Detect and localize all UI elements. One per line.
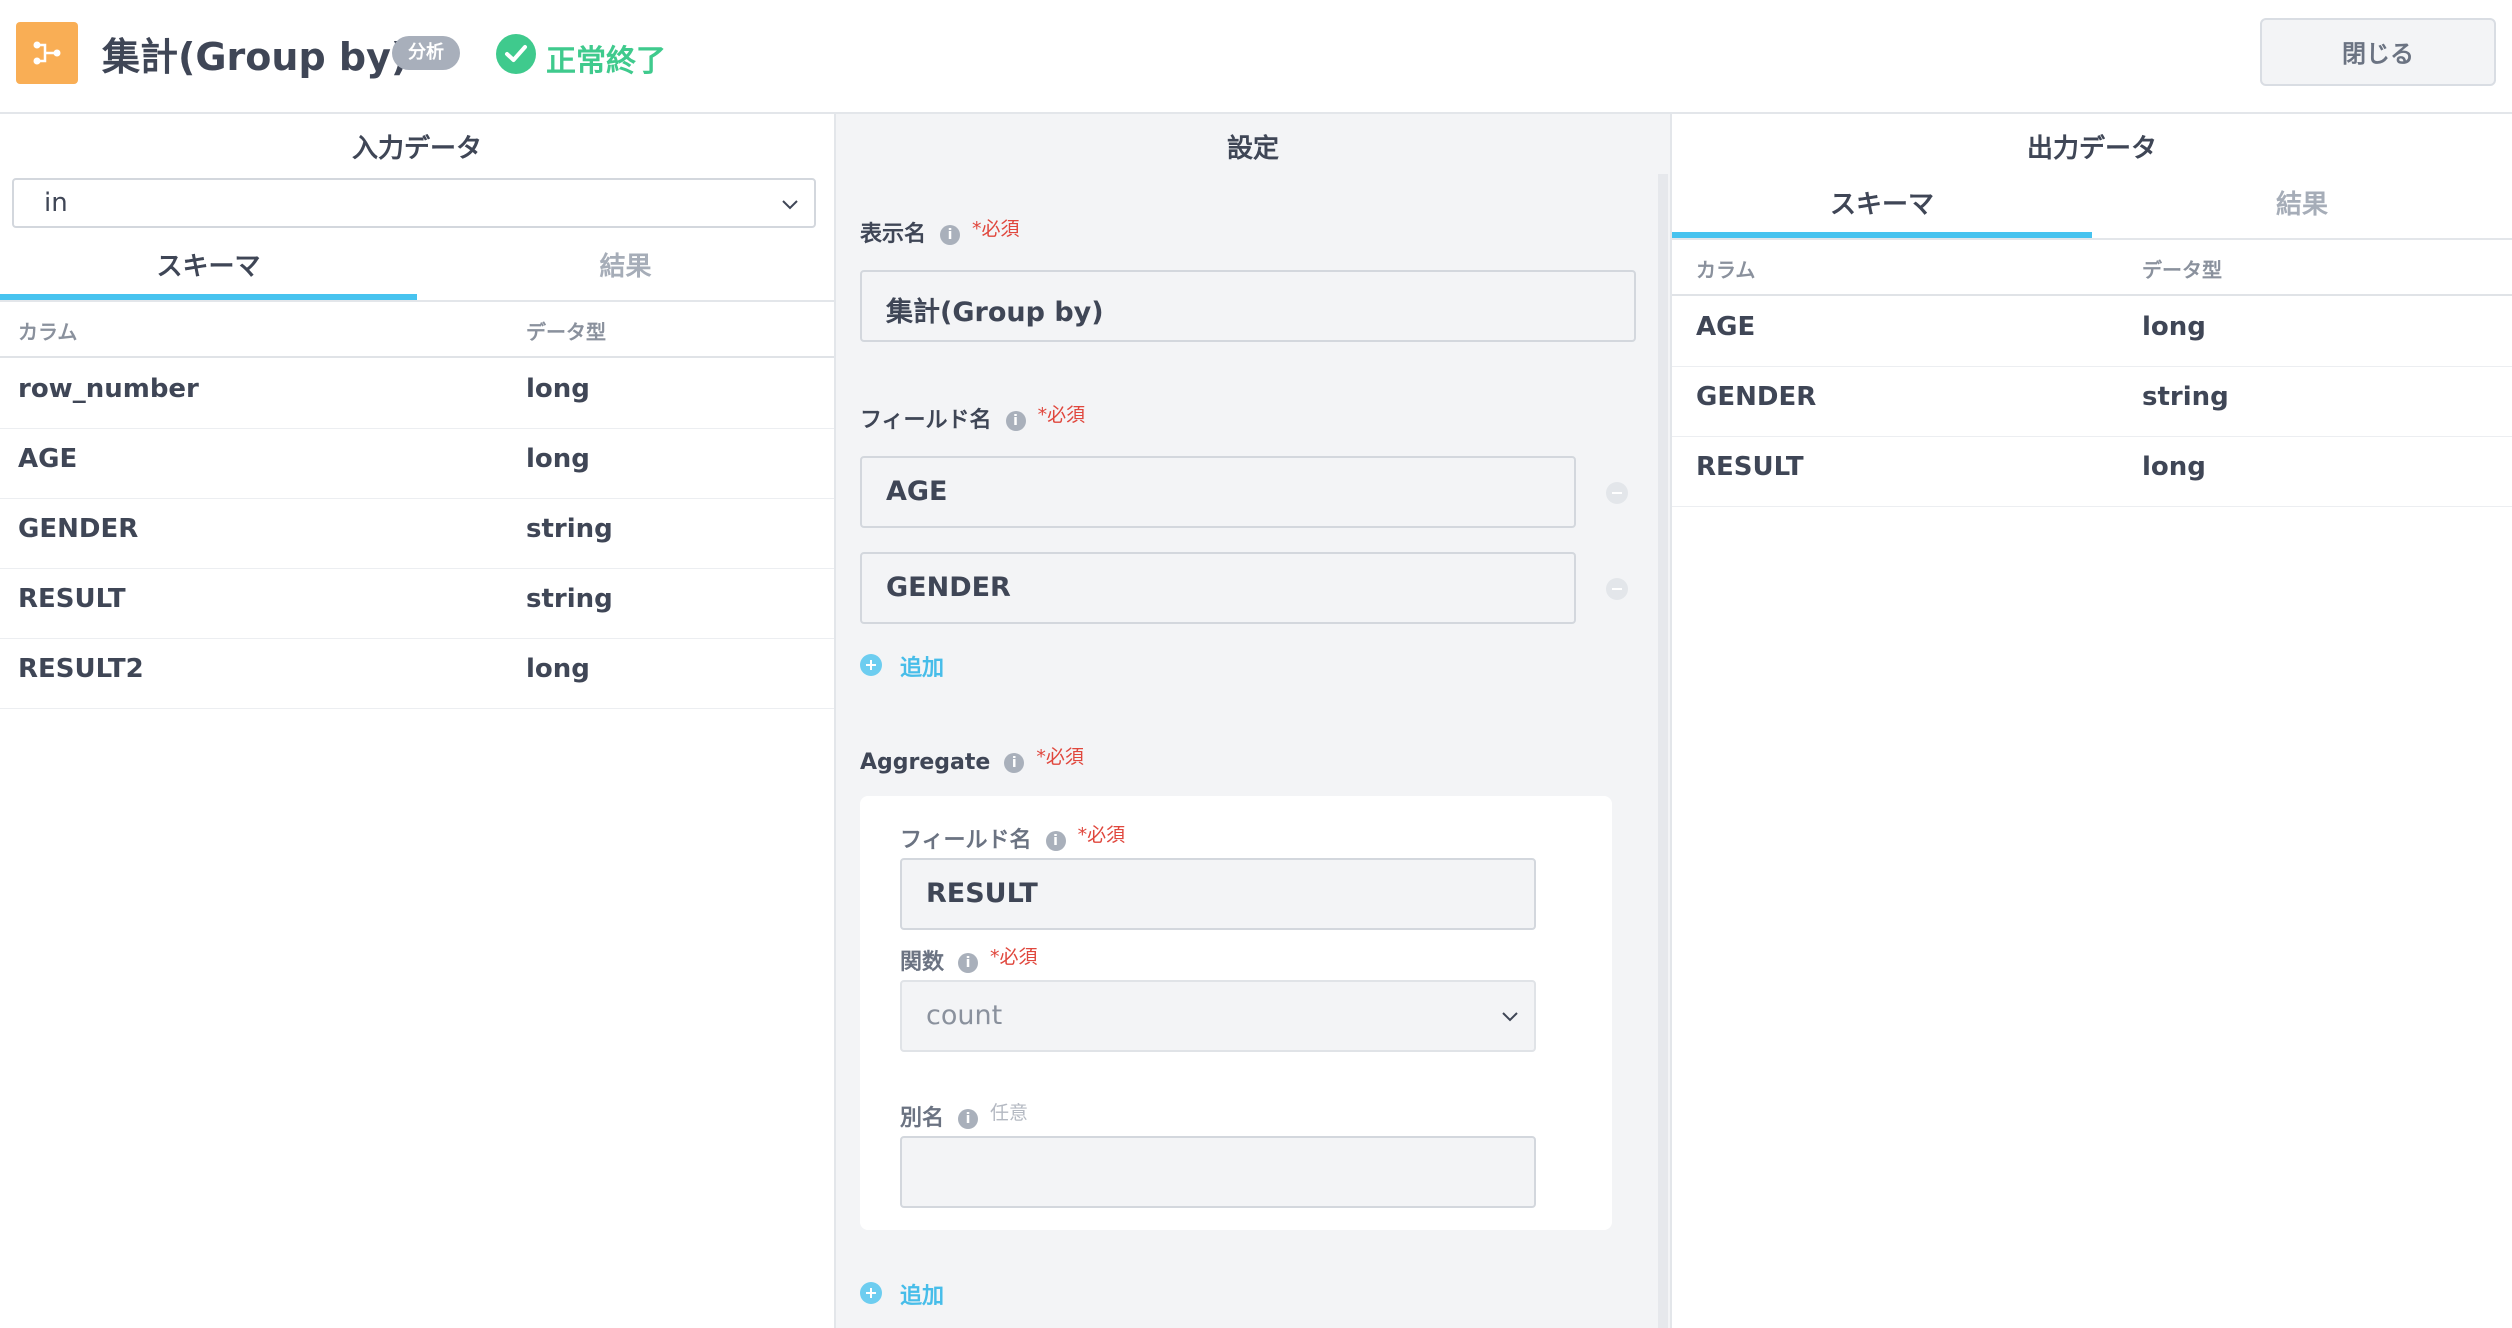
table-row: row_number long [0,358,834,429]
table-row: RESULT2 long [0,638,834,709]
input-data-panel: 入力データ in スキーマ 結果 カラム データ型 row_number lon… [0,114,836,1328]
row-type: string [2142,382,2229,412]
chevron-down-icon [1502,1012,1518,1022]
row-name: RESULT2 [18,654,144,684]
required-marker: *必須 [1036,746,1084,768]
aggregate-label: Aggregate i *必須 [860,742,1084,775]
header-bar: 集計(Group by) 分析 正常終了 閉じる [0,0,2512,114]
input-table-header: カラム データ型 [0,304,834,358]
column-header-name: カラム [18,320,78,344]
tab-schema[interactable]: スキーマ [1672,176,2092,238]
info-icon: i [1045,831,1066,851]
row-type: string [526,584,613,614]
add-field-label: 追加 [900,656,945,681]
alias-label: 別名 i 任意 [900,1098,1028,1132]
settings-panel-title: 設定 [1226,134,1279,164]
category-badge: 分析 [392,36,460,70]
add-aggregate-button[interactable]: 追加 [860,1278,980,1309]
display-name-label-text: 表示名 [860,222,927,247]
row-name: RESULT [18,584,126,614]
optional-marker: 任意 [990,1102,1029,1124]
table-row: GENDER string [0,498,834,569]
output-data-panel: 出力データ スキーマ 結果 カラム データ型 AGE long GENDER s… [1672,114,2512,1328]
add-field-button[interactable]: 追加 [860,650,980,681]
aggregate-field-value: RESULT [926,878,1038,909]
status-text: 正常終了 [546,44,666,79]
group-field-input[interactable]: AGE [860,456,1576,528]
column-header-type: データ型 [2142,258,2222,282]
output-tabs: スキーマ 結果 [1672,176,2512,240]
function-select[interactable]: count [900,980,1536,1052]
aggregate-field-label-text: フィールド名 [900,828,1032,853]
page-title: 集計(Group by) [102,35,409,79]
row-name: AGE [18,444,78,474]
aggregate-card: フィールド名 i *必須 RESULT 関数 i *必須 count 別名 i 任意 [860,796,1612,1230]
table-row: RESULT string [0,568,834,639]
required-marker: *必須 [972,218,1020,240]
group-field-value: GENDER [886,572,1011,603]
row-type: string [526,514,613,544]
plus-circle-icon [860,1282,882,1304]
info-icon: i [1005,411,1026,431]
table-row: AGE long [1672,296,2512,367]
field-names-label-text: フィールド名 [860,408,992,433]
required-marker: *必須 [1037,404,1086,426]
remove-field-icon[interactable] [1606,482,1628,504]
remove-field-icon[interactable] [1606,578,1628,600]
function-label-text: 関数 [900,950,945,975]
field-names-label: フィールド名 i *必須 [860,400,1085,434]
row-type: long [526,654,590,684]
column-header-name: カラム [1696,258,1756,282]
group-field-value: AGE [886,476,948,507]
function-label: 関数 i *必須 [900,942,1038,976]
chevron-down-icon [782,200,798,210]
display-name-value: 集計(Group by) [886,297,1104,328]
aggregate-field-label: フィールド名 i *必須 [900,820,1125,854]
add-aggregate-label: 追加 [900,1284,945,1309]
group-field-input[interactable]: GENDER [860,552,1576,624]
display-name-label: 表示名 i *必須 [860,214,1020,248]
required-marker: *必須 [1077,824,1126,846]
aggregate-field-input[interactable]: RESULT [900,858,1536,930]
plus-circle-icon [860,654,882,676]
check-circle-icon [496,34,536,74]
display-name-input[interactable]: 集計(Group by) [860,270,1636,342]
output-table-header: カラム データ型 [1672,242,2512,296]
tab-results[interactable]: 結果 [2092,176,2512,238]
row-name: GENDER [18,514,139,544]
info-icon: i [940,225,961,245]
settings-panel: 設定 表示名 i *必須 集計(Group by) フィールド名 i *必須 AGE G… [836,114,1672,1328]
scrollbar[interactable] [1658,174,1668,1328]
info-icon: i [958,953,979,973]
tab-schema[interactable]: スキーマ [0,238,417,300]
node-split-icon [16,22,78,84]
input-panel-title: 入力データ [351,134,482,164]
alias-label-text: 別名 [900,1106,945,1131]
function-select-value: count [926,1000,1003,1031]
table-row: RESULT long [1672,436,2512,507]
row-type: long [526,444,590,474]
aggregate-label-text: Aggregate [860,750,991,775]
column-header-type: データ型 [526,320,606,344]
info-icon: i [958,1109,979,1129]
output-panel-title: 出力データ [2026,134,2157,164]
tab-results[interactable]: 結果 [417,238,834,300]
table-row: AGE long [0,428,834,499]
alias-input[interactable] [900,1136,1536,1208]
input-select-value: in [44,188,68,218]
row-name: GENDER [1696,382,1817,412]
row-name: RESULT [1696,452,1804,482]
row-type: long [526,374,590,404]
input-tabs: スキーマ 結果 [0,238,834,302]
row-type: long [2142,312,2206,342]
input-select[interactable]: in [12,178,816,228]
table-row: GENDER string [1672,366,2512,437]
close-button[interactable]: 閉じる [2260,18,2496,86]
required-marker: *必須 [990,946,1038,968]
row-type: long [2142,452,2206,482]
info-icon: i [1004,753,1025,773]
row-name: row_number [18,374,199,404]
row-name: AGE [1696,312,1756,342]
